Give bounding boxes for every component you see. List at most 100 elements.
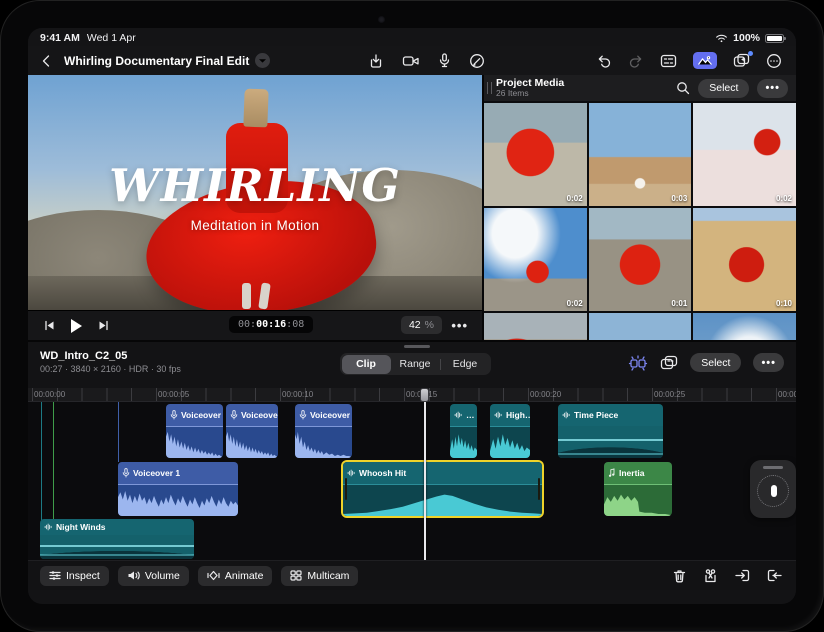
clip-duration: 0:02: [775, 194, 792, 203]
skip-forward-icon[interactable]: [98, 320, 109, 331]
timeline-tracks[interactable]: Voiceover 2 Voiceover 2 Voiceover 3 … Hi…: [28, 402, 796, 560]
media-more-button[interactable]: •••: [757, 78, 788, 98]
media-browser-icon[interactable]: [693, 52, 717, 69]
clip-duration: 0:10: [775, 299, 792, 308]
multicam-label: Multicam: [307, 569, 350, 582]
timeline-clip[interactable]: Inertia: [604, 462, 672, 516]
clip-label: Voiceover 2: [181, 409, 223, 420]
viewer[interactable]: WHIRLING Meditation in Motion: [28, 75, 482, 310]
trim-handle-left[interactable]: [345, 478, 347, 500]
timeline-clip[interactable]: Voiceover 3: [295, 404, 352, 458]
timeline-header: WD_Intro_C2_05 00:27 · 3840 × 2160 · HDR…: [28, 342, 796, 386]
pencil-icon[interactable]: [469, 53, 485, 69]
mode-edge[interactable]: Edge: [441, 355, 490, 374]
timeline-clip[interactable]: Time Piece: [558, 404, 663, 458]
clip-overlay-icon[interactable]: [660, 355, 678, 370]
timeline-clip[interactable]: High…: [490, 404, 530, 458]
volume-label: Volume: [144, 569, 180, 582]
timeline-clip[interactable]: …: [450, 404, 477, 458]
play-button[interactable]: [71, 318, 82, 333]
battery-percent: 100%: [733, 32, 760, 44]
timeline-clip-name: WD_Intro_C2_05: [40, 350, 128, 362]
camera-icon[interactable]: [402, 54, 420, 68]
front-camera: [378, 16, 385, 23]
mic-icon[interactable]: [438, 52, 451, 69]
media-thumbnail[interactable]: 0:02: [693, 103, 796, 206]
trash-icon[interactable]: [673, 569, 686, 583]
enhance-clips-icon[interactable]: [628, 354, 648, 371]
timeline-clip[interactable]: Voiceover 1: [118, 462, 238, 516]
ruler-label: 00:00:25: [654, 390, 686, 399]
clip-connector-line: [118, 402, 119, 462]
viewer-more-icon[interactable]: •••: [451, 318, 468, 333]
timecode-hours: 00:: [238, 319, 257, 330]
overwrite-clip-icon[interactable]: [767, 569, 782, 582]
media-thumbnail[interactable]: 0:02: [484, 208, 587, 311]
timeline-panel: WD_Intro_C2_05 00:27 · 3840 × 2160 · HDR…: [28, 340, 796, 604]
media-thumbnail[interactable]: 0:03: [588, 103, 692, 206]
chevron-down-icon[interactable]: [255, 53, 271, 68]
panel-resize-handle[interactable]: [487, 82, 492, 94]
media-thumbnail[interactable]: 0:02: [484, 103, 587, 206]
mode-clip[interactable]: Clip: [341, 354, 391, 374]
media-thumbnail[interactable]: 0:01: [588, 208, 692, 311]
media-thumbnail[interactable]: [484, 313, 587, 340]
jog-dial[interactable]: [757, 475, 789, 507]
index-icon[interactable]: [660, 54, 677, 68]
timecode-display[interactable]: 00:00:16:08: [229, 316, 314, 333]
playhead-handle[interactable]: [420, 388, 429, 402]
project-title-menu[interactable]: Whirling Documentary Final Edit: [64, 53, 271, 68]
media-select-button[interactable]: Select: [698, 78, 750, 98]
timeline-resize-handle[interactable]: [404, 345, 430, 348]
media-thumbnail[interactable]: [693, 313, 796, 340]
undo-icon[interactable]: [596, 53, 612, 69]
playhead-line[interactable]: [424, 402, 426, 560]
project-title: Whirling Documentary Final Edit: [64, 53, 250, 68]
media-thumbnail[interactable]: [588, 313, 692, 340]
status-date: Wed 1 Apr: [86, 32, 136, 44]
export-icon[interactable]: [368, 53, 384, 69]
zoom-value: 42: [408, 319, 421, 331]
timeline-select-button[interactable]: Select: [690, 353, 742, 372]
clip-label: …: [466, 409, 475, 420]
clip-label: High…: [506, 409, 530, 420]
timeline-ruler[interactable]: 00:00:00 00:00:05 00:00:10 00:00:15 00:0…: [28, 388, 796, 402]
ruler-label: 00:00:00: [34, 390, 66, 399]
volume-button[interactable]: Volume: [117, 565, 189, 586]
notification-dot: [748, 51, 753, 56]
inspect-button[interactable]: Inspect: [40, 565, 109, 586]
effects-icon[interactable]: [733, 51, 753, 68]
project-media-panel: Project Media 26 Items Select ••• 0:02 0…: [482, 75, 796, 340]
multicam-button[interactable]: Multicam: [281, 565, 359, 586]
animate-label: Animate: [224, 569, 264, 582]
timeline-clip[interactable]: Voiceover 2: [166, 404, 223, 458]
timeline-bottom-toolbar: Inspect Volume Animate Multicam: [28, 560, 796, 590]
video-title-text: WHIRLING: [109, 159, 401, 212]
timecode-frames: :08: [286, 319, 305, 330]
mode-range[interactable]: Range: [391, 355, 440, 374]
timeline-clip-selected[interactable]: Whoosh Hit: [343, 462, 542, 516]
skip-back-icon[interactable]: [44, 320, 55, 331]
timeline-more-button[interactable]: •••: [753, 353, 784, 372]
clip-label: Voiceover 1: [133, 467, 181, 478]
clip-duration: 0:02: [566, 299, 583, 308]
more-icon[interactable]: [766, 53, 782, 69]
clip-connector-line: [41, 402, 42, 520]
back-button[interactable]: [40, 54, 52, 68]
jog-wheel[interactable]: [750, 460, 796, 518]
trim-handle-right[interactable]: [538, 478, 540, 500]
insert-clip-icon[interactable]: [735, 569, 750, 582]
redo-icon[interactable]: [628, 53, 644, 69]
clip-label: Voiceover 2: [241, 409, 278, 420]
zoom-level-control[interactable]: 42%: [400, 316, 442, 334]
timeline-clip[interactable]: Night Winds: [40, 519, 194, 559]
search-icon[interactable]: [676, 81, 690, 95]
app-screen: 9:41 AM Wed 1 Apr 100% Whirling Document…: [28, 28, 796, 604]
blade-icon[interactable]: [703, 568, 718, 583]
timeline-clip-meta: 00:27 · 3840 × 2160 · HDR · 30 fps: [40, 364, 181, 374]
clip-connector-line: [53, 402, 54, 520]
animate-button[interactable]: Animate: [197, 565, 273, 586]
ipad-device: 9:41 AM Wed 1 Apr 100% Whirling Document…: [0, 0, 824, 632]
media-thumbnail[interactable]: 0:10: [693, 208, 796, 311]
timeline-clip[interactable]: Voiceover 2: [226, 404, 278, 458]
